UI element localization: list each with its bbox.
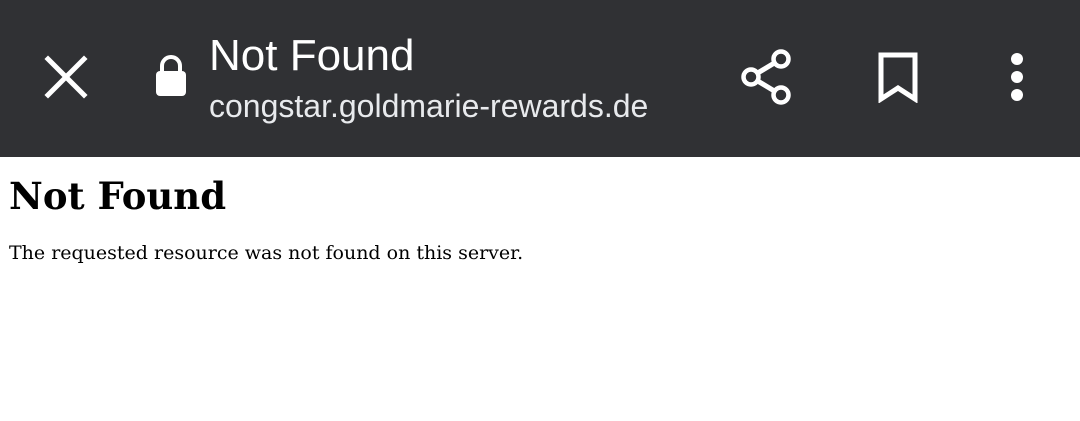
lock-icon[interactable]: [148, 50, 194, 102]
error-message: The requested resource was not found on …: [9, 242, 524, 264]
share-icon: [741, 49, 791, 105]
close-button[interactable]: [26, 37, 106, 117]
custom-tab-toolbar: Not Found congstar.goldmarie-rewards.de: [0, 0, 1080, 157]
bookmark-icon: [878, 52, 918, 103]
close-icon: [44, 55, 88, 99]
toolbar-page-title: Not Found: [209, 31, 415, 80]
share-button[interactable]: [726, 37, 806, 117]
title-block: Not Found congstar.goldmarie-rewards.de: [209, 30, 709, 126]
page-content: Not Found The requested resource was not…: [9, 172, 1069, 266]
page-heading: Not Found: [9, 174, 227, 218]
more-vert-icon: [1011, 53, 1023, 101]
url-text[interactable]: congstar.goldmarie-rewards.de: [209, 86, 709, 126]
more-options-button[interactable]: [977, 37, 1057, 117]
bookmark-button[interactable]: [858, 37, 938, 117]
